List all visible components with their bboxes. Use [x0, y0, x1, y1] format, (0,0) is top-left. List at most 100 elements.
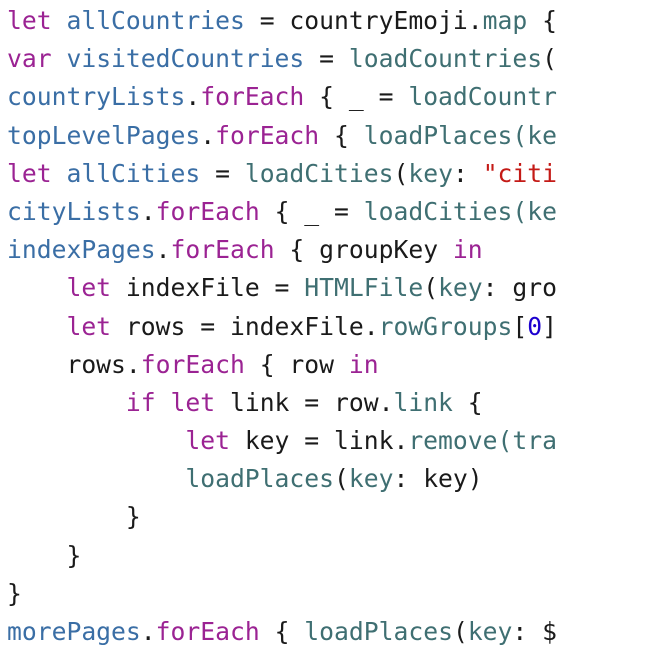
code-line[interactable]: morePages.forEach { loadPlaces(key: $ — [7, 613, 647, 647]
code-line[interactable]: var visitedCountries = loadCountries( — [7, 40, 647, 78]
code-token: (ke — [512, 120, 557, 150]
code-token: } — [7, 502, 141, 532]
code-token: } — [7, 540, 82, 570]
code-token: { — [319, 120, 364, 150]
code-token: rows = indexFile. — [111, 311, 379, 341]
code-token: { _ = — [304, 82, 409, 112]
code-token: : key) — [393, 464, 483, 494]
code-line[interactable]: loadPlaces(key: key) — [7, 460, 647, 498]
code-token: key = link. — [229, 426, 409, 456]
code-token: key — [348, 464, 394, 494]
code-token: : $ — [512, 617, 557, 646]
code-token: ] — [542, 311, 557, 341]
code-token: morePages — [7, 617, 141, 646]
code-token: } — [7, 578, 22, 608]
code-line[interactable]: indexPages.forEach { groupKey in — [7, 231, 647, 269]
code-token: rowGroups — [378, 311, 513, 341]
code-token: forEach — [200, 82, 305, 112]
code-token: link = row. — [215, 387, 394, 417]
code-token: countryLists — [7, 82, 186, 112]
code-token: : gro — [482, 273, 557, 303]
code-token: forEach — [170, 235, 275, 265]
code-token: var — [7, 44, 52, 74]
code-line[interactable]: let allCountries = countryEmoji.map { — [7, 2, 647, 40]
code-content: let allCountries = countryEmoji.map {var… — [0, 0, 647, 647]
code-token: loadPlaces — [363, 120, 513, 150]
code-line[interactable]: topLevelPages.forEach { loadPlaces(ke — [7, 117, 647, 155]
code-token: "citi — [482, 158, 558, 188]
code-token: ( — [452, 617, 468, 646]
code-token: key — [408, 158, 453, 188]
code-token: . — [155, 235, 171, 265]
code-token: key — [438, 273, 483, 303]
code-token: if — [125, 387, 156, 417]
code-token: . — [185, 82, 201, 112]
code-line[interactable]: cityLists.forEach { _ = loadCities(ke — [7, 193, 647, 231]
code-token: : — [452, 158, 483, 188]
code-editor[interactable]: let allCountries = countryEmoji.map {var… — [0, 0, 647, 647]
code-token: in — [452, 235, 483, 265]
code-token: { — [527, 6, 557, 35]
code-token: = countryEmoji. — [244, 6, 483, 35]
code-token: visitedCountries — [66, 44, 305, 74]
code-token: loadCities — [363, 196, 513, 226]
code-token: let — [66, 311, 112, 341]
code-token: cityLists — [7, 196, 141, 226]
code-token: let — [170, 387, 216, 417]
code-token: allCities — [66, 158, 201, 188]
code-line[interactable]: } — [7, 575, 647, 613]
code-token: rows. — [7, 349, 141, 379]
code-token: in — [348, 349, 379, 379]
code-token: ( — [334, 464, 349, 494]
code-line[interactable]: } — [7, 537, 647, 575]
code-token: ( — [542, 44, 557, 74]
code-token: link — [393, 387, 453, 417]
code-line[interactable]: let allCities = loadCities(key: "citi — [7, 155, 647, 193]
code-token: forEach — [140, 349, 245, 379]
code-token: { row — [244, 349, 349, 379]
code-token: topLevelPages — [7, 120, 201, 150]
code-token: 0 — [527, 311, 543, 341]
code-token: loadPlaces — [185, 464, 334, 494]
code-token: ( — [393, 158, 409, 188]
code-token: forEach — [215, 120, 320, 150]
code-token: remove — [408, 426, 498, 456]
code-token: { — [452, 387, 483, 417]
code-token: = — [200, 158, 245, 188]
code-token: = — [304, 44, 349, 74]
code-token: allCountries — [66, 6, 245, 35]
code-token: loadPlaces — [304, 617, 453, 646]
code-token: (tra — [497, 426, 557, 456]
code-token: let — [7, 158, 52, 188]
code-line[interactable]: let rows = indexFile.rowGroups[0] — [7, 308, 647, 346]
code-token: indexPages — [7, 235, 156, 265]
code-token: key — [467, 617, 513, 646]
code-token: . — [140, 617, 156, 646]
code-token: let — [185, 426, 230, 456]
code-token: { _ = — [259, 196, 364, 226]
code-line[interactable]: } — [7, 498, 647, 536]
code-line[interactable]: countryLists.forEach { _ = loadCountr — [7, 78, 647, 116]
code-token: loadCities — [244, 158, 394, 188]
code-token: loadCountries — [348, 44, 543, 74]
code-token: let — [66, 273, 112, 303]
code-token: (ke — [512, 196, 557, 226]
code-token: . — [140, 196, 156, 226]
code-token: forEach — [155, 196, 260, 226]
code-token: indexFile = — [111, 273, 305, 303]
code-token: ( — [423, 273, 439, 303]
code-token: forEach — [155, 617, 260, 646]
code-token: { groupKey — [274, 235, 453, 265]
code-token: HTMLFile — [304, 273, 424, 303]
code-line[interactable]: rows.forEach { row in — [7, 346, 647, 384]
code-line[interactable]: if let link = row.link { — [7, 384, 647, 422]
code-line[interactable]: let indexFile = HTMLFile(key: gro — [7, 269, 647, 307]
code-line[interactable]: let key = link.remove(tra — [7, 422, 647, 460]
